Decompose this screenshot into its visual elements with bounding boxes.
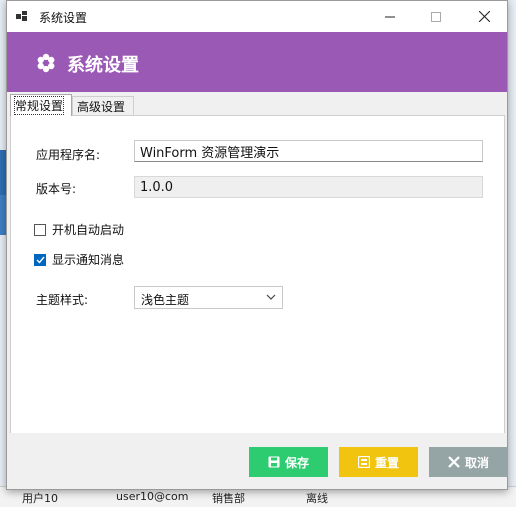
chevron-down-icon (266, 294, 276, 300)
maximize-button[interactable] (413, 1, 459, 32)
save-button[interactable]: 保存 (249, 447, 328, 477)
background-cell: 销售部 (212, 492, 245, 505)
header-title: 系统设置 (67, 55, 139, 76)
theme-value: 浅色主题 (141, 293, 190, 307)
background-cell: user10@com (116, 490, 189, 503)
minimize-button[interactable] (367, 1, 413, 32)
theme-select[interactable]: 浅色主题 (134, 286, 283, 309)
checkmark-icon (36, 256, 45, 264)
dialog-footer: 保存 重置 取消 (7, 433, 508, 489)
gear-icon (37, 53, 55, 73)
autostart-label: 开机自动启动 (52, 223, 125, 237)
background-cell: 离线 (306, 492, 328, 505)
app-name-label: 应用程序名: (36, 148, 101, 162)
close-icon (478, 11, 490, 22)
tab-advanced[interactable]: 高级设置 (72, 96, 134, 115)
tab-label: 常规设置 (13, 96, 65, 115)
app-name-input[interactable] (134, 140, 483, 162)
tab-label: 高级设置 (77, 99, 126, 114)
app-icon (16, 11, 27, 21)
close-button[interactable] (461, 1, 507, 32)
dialog-header: 系统设置 (7, 32, 507, 92)
checkbox-box-checked (34, 253, 46, 266)
x-icon (448, 456, 460, 468)
notify-label: 显示通知消息 (52, 253, 125, 267)
cancel-button[interactable]: 取消 (429, 447, 508, 477)
title-bar[interactable]: 系统设置 (7, 1, 507, 32)
tab-general[interactable]: 常规设置 (10, 94, 72, 116)
cancel-label: 取消 (464, 455, 489, 470)
maximize-icon (431, 11, 441, 22)
reset-label: 重置 (374, 455, 399, 470)
notify-checkbox[interactable]: 显示通知消息 (34, 251, 124, 268)
background-cell: 用户10 (22, 492, 58, 505)
general-settings-panel: 应用程序名: 版本号: 开机自动启动 显示通知消息 主题样式: 浅色主题 (10, 115, 505, 435)
settings-dialog: 系统设置 系统设置 常规设置 高级设置 应用程序名: WinForm 资源管理演… (6, 0, 508, 490)
reset-button[interactable]: 重置 (339, 447, 418, 477)
minimize-icon (385, 16, 395, 17)
checkbox-box (34, 223, 46, 236)
theme-label: 主题样式: (36, 293, 89, 307)
version-label: 版本号: (36, 182, 77, 196)
save-icon (268, 456, 280, 468)
autostart-checkbox[interactable]: 开机自动启动 (34, 221, 124, 238)
window-title: 系统设置 (39, 11, 88, 25)
save-label: 保存 (284, 455, 309, 470)
reset-icon (357, 456, 370, 468)
version-input[interactable] (134, 176, 483, 198)
